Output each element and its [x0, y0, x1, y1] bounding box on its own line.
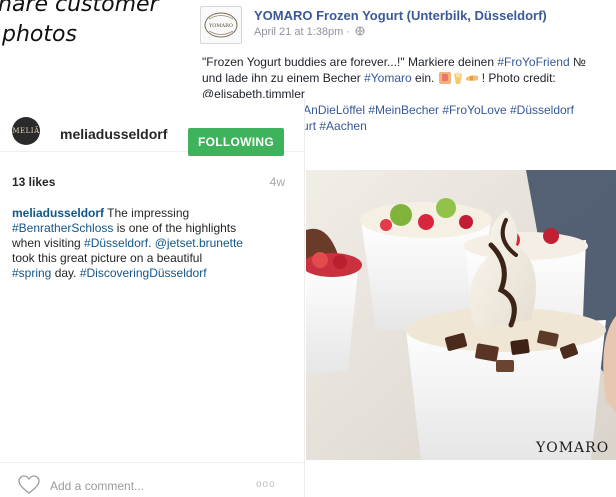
hashtag-link[interactable]: #BenratherSchloss — [12, 221, 113, 235]
following-button[interactable]: FOLLOWING — [188, 128, 284, 156]
hashtag-link[interactable]: #spring — [12, 266, 51, 280]
yomaro-logo-avatar[interactable]: YOMARO — [200, 6, 242, 44]
add-comment-input[interactable] — [50, 477, 240, 495]
facebook-text-line: "Frozen Yogurt buddies are forever...!" … — [202, 54, 616, 70]
caption-line: when visiting #Düsseldorf. @jetset.brune… — [12, 236, 285, 251]
facebook-post-header: YOMARO YOMARO Frozen Yogurt (Unterbilk, … — [200, 4, 610, 46]
facebook-post-timestamp[interactable]: April 21 at 1:38pm · — [254, 26, 353, 38]
facebook-text-segment: № — [569, 55, 586, 69]
post-age[interactable]: 4w — [270, 175, 285, 189]
caption-text: took this great picture on a beautiful — [12, 251, 203, 265]
facebook-text-segment: "Frozen Yogurt buddies are forever...!" … — [202, 55, 498, 69]
caption-text: day. — [51, 266, 80, 280]
caption-line-1: hare customer — [0, 0, 159, 17]
facebook-text-line: und lade ihn zu einem Becher #Yomaro ein… — [202, 70, 616, 86]
facebook-post-meta: April 21 at 1:38pm · — [254, 26, 365, 38]
more-options-icon[interactable]: ooo — [256, 480, 286, 490]
instagram-post-card: MELIÃ meliadusseldorf FOLLOWING 13 likes… — [0, 98, 305, 497]
emoji-icons — [438, 72, 478, 84]
hashtag-link[interactable]: #Yomaro — [364, 71, 412, 85]
facebook-page-name-link[interactable]: YOMARO Frozen Yogurt (Unterbilk, Düsseld… — [254, 8, 547, 23]
cup-brand-text: YOMARO — [535, 440, 609, 456]
frozen-yogurt-photo[interactable]: YOMARO — [306, 170, 616, 460]
instagram-post-header: MELIÃ meliadusseldorf FOLLOWING — [0, 98, 305, 156]
yomaro-logo-icon: YOMARO — [204, 12, 238, 38]
caption-username-link[interactable]: meliadusseldorf — [12, 206, 104, 220]
likes-count[interactable]: 13 likes — [12, 175, 55, 189]
frozen-yogurt-image: YOMARO — [306, 170, 616, 460]
facebook-text-segment: ! Photo credit: — [481, 71, 556, 85]
melia-logo-text: MELIÃ — [12, 127, 40, 135]
instagram-caption: meliadusseldorf The impressing #Benrathe… — [12, 206, 285, 281]
globe-icon — [355, 26, 365, 36]
melia-avatar[interactable]: MELIÃ — [12, 117, 40, 145]
mention-link[interactable]: @jetset.brunette — [155, 236, 243, 250]
caption-fragment: hare customer photos — [0, 0, 208, 50]
caption-line: #BenratherSchloss is one of the highligh… — [12, 221, 285, 236]
caption-text: is one of the highlights — [113, 221, 237, 235]
hashtag-link[interactable]: #FroYoFriend — [497, 55, 569, 69]
caption-line: #spring day. #DiscoveringDüsseldorf — [12, 266, 285, 281]
facebook-text-segment: und lade ihn zu einem Becher — [202, 71, 365, 85]
instagram-meta-row: 13 likes 4w — [12, 172, 285, 192]
screenshot-stage: hare customer photos YOMARO YOMARO Froze… — [0, 0, 616, 497]
caption-text: The impressing — [104, 206, 190, 220]
caption-line: meliadusseldorf The impressing — [12, 206, 285, 221]
hashtag-link[interactable]: #DiscoveringDüsseldorf — [80, 266, 207, 280]
instagram-username-link[interactable]: meliadusseldorf — [60, 126, 167, 142]
instagram-comment-bar: ooo — [0, 462, 305, 497]
facebook-text-segment: ein. — [411, 71, 438, 85]
caption-line: took this great picture on a beautiful — [12, 251, 285, 266]
caption-line-2: photos — [2, 22, 77, 47]
caption-text: when visiting — [12, 236, 85, 250]
hashtag-link[interactable]: #Düsseldorf — [84, 236, 148, 250]
heart-icon[interactable] — [18, 475, 40, 495]
svg-text:YOMARO: YOMARO — [208, 23, 233, 29]
caption-text: . — [148, 236, 155, 250]
